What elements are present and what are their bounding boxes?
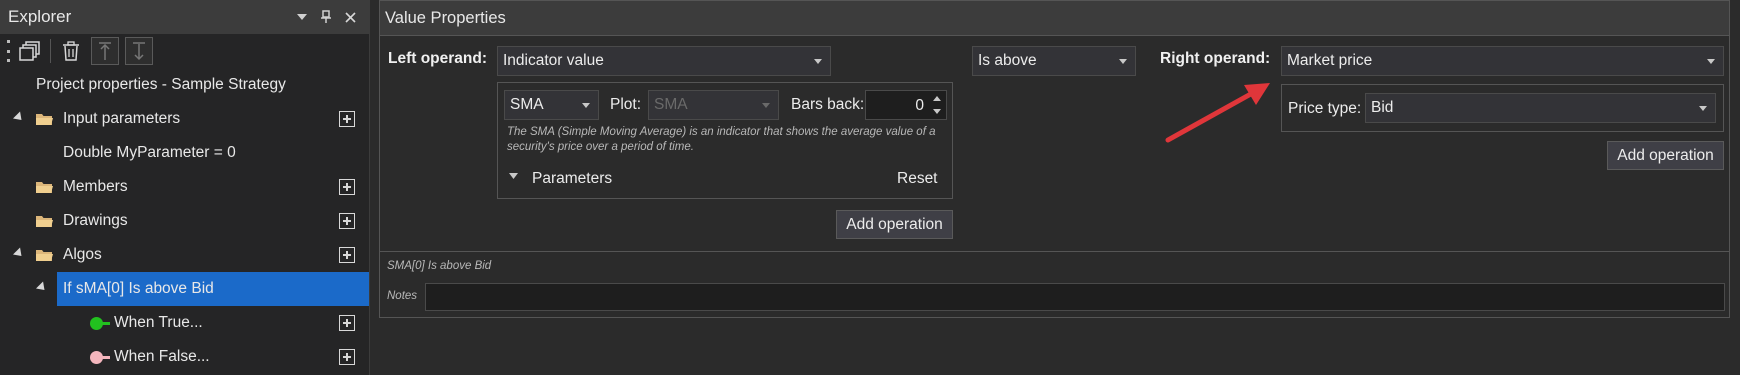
indicator-select[interactable]: SMA <box>504 90 599 120</box>
tree-item-drawings[interactable]: Drawings <box>0 204 370 238</box>
bars-back-stepper[interactable]: 0 <box>865 90 947 120</box>
tree-item-algo-condition[interactable]: If sMA[0] Is above Bid <box>0 272 370 306</box>
pin-icon[interactable] <box>315 6 337 28</box>
comparator-select[interactable]: Is above <box>972 46 1136 76</box>
left-operand-select[interactable]: Indicator value <box>497 46 831 76</box>
right-operand-select[interactable]: Market price <box>1281 46 1724 76</box>
chevron-down-icon <box>1119 59 1127 64</box>
price-type-label: Price type: <box>1288 100 1362 117</box>
tree-item-input-parameters[interactable]: Input parameters <box>0 102 370 136</box>
bars-back-label: Bars back: <box>791 96 865 113</box>
add-drawing-button[interactable] <box>339 213 355 229</box>
folder-icon <box>36 250 53 261</box>
indicator-value: SMA <box>510 96 544 113</box>
move-up-icon[interactable] <box>91 37 119 65</box>
left-operand-value: Indicator value <box>503 52 604 69</box>
condition-summary: SMA[0] Is above Bid <box>387 260 492 272</box>
add-operation-right-button[interactable]: Add operation <box>1607 141 1724 170</box>
folder-icon <box>36 216 53 227</box>
summary-separator <box>380 251 1729 252</box>
dropdown-icon[interactable] <box>291 6 313 28</box>
explorer-toolbar <box>0 34 369 68</box>
indicator-description: The SMA (Simple Moving Average) is an in… <box>507 126 936 153</box>
expand-icon[interactable] <box>12 247 26 260</box>
delete-icon[interactable] <box>57 37 85 65</box>
add-member-button[interactable] <box>339 179 355 195</box>
annotation-arrow <box>1165 83 1270 143</box>
close-icon[interactable] <box>339 6 361 28</box>
left-operand-label: Left operand: <box>388 50 488 67</box>
move-down-icon[interactable] <box>125 37 153 65</box>
price-type-select[interactable]: Bid <box>1365 93 1716 123</box>
expand-icon[interactable] <box>12 111 26 124</box>
tree-item-project-properties[interactable]: Project properties - Sample Strategy <box>0 68 370 102</box>
plot-select[interactable]: SMA <box>648 90 779 120</box>
tree-item-label: Project properties - Sample Strategy <box>36 76 286 93</box>
tree-item-label: Drawings <box>63 212 128 229</box>
tree-item-parameter[interactable]: Double MyParameter = 0 <box>0 136 370 170</box>
tree-item-label: If sMA[0] Is above Bid <box>63 280 214 297</box>
tree-item-when-false[interactable]: When False... <box>0 340 370 374</box>
chevron-down-icon <box>1707 59 1715 64</box>
tree-item-label: When False... <box>114 348 210 365</box>
plot-value: SMA <box>654 96 688 113</box>
reset-link[interactable]: Reset <box>897 170 938 188</box>
notes-label: Notes <box>387 290 418 302</box>
parameters-label[interactable]: Parameters <box>532 170 612 188</box>
tree-item-members[interactable]: Members <box>0 170 370 204</box>
explorer-panel: Explorer Project properties - Sample Str… <box>0 0 370 375</box>
copy-icon[interactable] <box>16 37 44 65</box>
price-type-value: Bid <box>1371 99 1394 116</box>
comparator-value: Is above <box>978 52 1037 69</box>
explorer-header: Explorer <box>0 0 369 34</box>
bars-back-value: 0 <box>915 97 924 114</box>
toolbar-separator <box>50 39 51 63</box>
tree-item-when-true[interactable]: When True... <box>0 306 370 340</box>
tree-item-algos[interactable]: Algos <box>0 238 370 272</box>
add-input-parameter-button[interactable] <box>339 111 355 127</box>
true-dot-tail <box>101 322 110 325</box>
decrement-icon[interactable] <box>933 109 941 114</box>
tree-item-label: When True... <box>114 314 203 331</box>
expand-icon[interactable] <box>35 281 49 294</box>
add-operation-left-button[interactable]: Add operation <box>836 210 953 239</box>
false-dot-tail <box>101 356 110 359</box>
chevron-down-icon <box>582 103 590 108</box>
tree-item-label: Algos <box>63 246 102 263</box>
tree-item-label: Input parameters <box>63 110 181 127</box>
collapse-parameters-icon[interactable] <box>509 173 518 180</box>
plot-label: Plot: <box>610 96 642 113</box>
folder-icon <box>36 182 53 193</box>
add-true-action-button[interactable] <box>339 315 355 331</box>
explorer-title: Explorer <box>8 7 72 26</box>
chevron-down-icon <box>814 59 822 64</box>
folder-icon <box>36 114 53 125</box>
value-properties-title: Value Properties <box>380 1 1729 36</box>
notes-input[interactable] <box>425 283 1725 311</box>
right-operand-value: Market price <box>1287 52 1373 69</box>
tree-item-label: Members <box>63 178 128 195</box>
increment-icon[interactable] <box>933 96 941 101</box>
right-operand-label: Right operand: <box>1160 50 1271 67</box>
grip-icon[interactable] <box>6 40 10 62</box>
chevron-down-icon <box>762 103 770 108</box>
chevron-down-icon <box>1699 106 1707 111</box>
add-algo-button[interactable] <box>339 247 355 263</box>
tree-item-label: Double MyParameter = 0 <box>63 144 236 161</box>
value-properties-panel: Value Properties Left operand: Indicator… <box>379 0 1730 318</box>
add-false-action-button[interactable] <box>339 349 355 365</box>
